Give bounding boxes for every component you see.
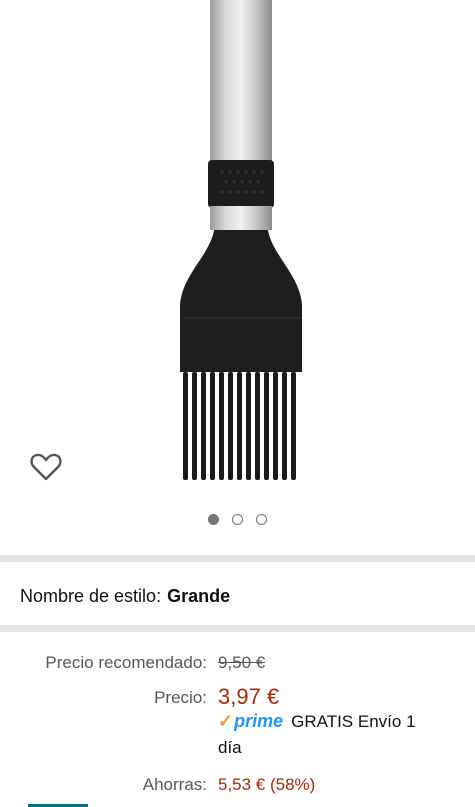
shipping-text-line2: día bbox=[218, 738, 242, 757]
style-value: Grande bbox=[167, 586, 231, 606]
savings-value: 5,53 € (58%) bbox=[218, 775, 316, 794]
product-image-gallery[interactable] bbox=[0, 0, 475, 555]
price-value: 3,97 € bbox=[218, 684, 280, 709]
prime-logo: ✓prime bbox=[218, 711, 283, 732]
prime-check-icon: ✓ bbox=[218, 711, 234, 731]
carousel-dot[interactable] bbox=[256, 514, 267, 525]
recommended-price-label: Precio recomendado: bbox=[45, 653, 207, 672]
carousel-dot[interactable] bbox=[232, 514, 243, 525]
style-selector[interactable]: Nombre de estilo: Grande bbox=[20, 586, 230, 607]
prime-shipping: ✓prime GRATIS Envío 1 día bbox=[218, 711, 458, 758]
section-divider bbox=[0, 555, 475, 562]
style-label: Nombre de estilo: bbox=[20, 586, 162, 606]
price-label: Precio: bbox=[154, 688, 207, 707]
recommended-price-value: 9,50 € bbox=[218, 653, 266, 672]
section-divider bbox=[0, 625, 475, 632]
savings-label: Ahorras: bbox=[142, 775, 207, 794]
carousel-dot[interactable] bbox=[208, 514, 219, 525]
shipping-text: GRATIS Envío 1 bbox=[291, 712, 416, 731]
image-carousel-indicator bbox=[0, 514, 475, 530]
prime-logo-text: prime bbox=[234, 711, 284, 731]
heart-outline-icon[interactable] bbox=[29, 450, 63, 484]
product-image[interactable] bbox=[0, 0, 475, 510]
